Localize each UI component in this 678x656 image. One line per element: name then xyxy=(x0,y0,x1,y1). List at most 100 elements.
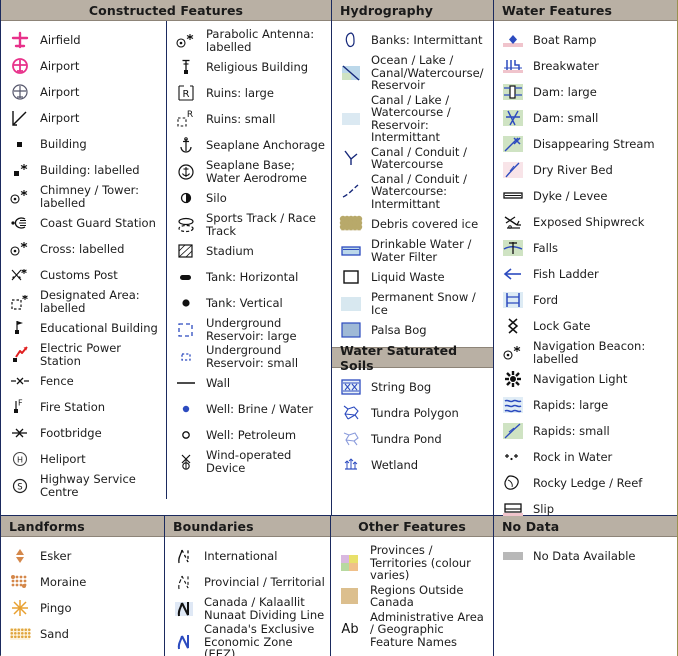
legend-item: Provinces / Territories (colour varies) xyxy=(331,543,493,583)
canal-conduit-watercourse-icon xyxy=(334,147,368,169)
exposed-shipwreck-icon xyxy=(496,211,530,233)
legend-item-label: Dyke / Levee xyxy=(533,188,608,203)
legend-item: Tundra Polygon xyxy=(332,400,493,426)
chimney-tower-labelled-icon xyxy=(3,186,37,208)
legend-item: Parabolic Antenna: labelled xyxy=(167,27,330,54)
legend-item: Wall xyxy=(167,370,330,396)
moraine-icon xyxy=(3,571,37,593)
banks-intermittant-icon xyxy=(334,29,368,51)
legend-item: Drinkable Water / Water Filter xyxy=(332,237,493,264)
section-other-features: Other Features Provinces / Territories (… xyxy=(330,516,493,656)
legend-item: Tundra Pond xyxy=(332,426,493,452)
legend-item-label: Provincial / Territorial xyxy=(204,574,325,589)
legend-item-label: Stadium xyxy=(206,243,254,258)
wetland-icon xyxy=(334,454,368,476)
legend-item: Stadium xyxy=(167,238,330,264)
legend-item: Canal / Conduit / Watercourse xyxy=(332,145,493,172)
legend-item-label: Building: labelled xyxy=(40,162,140,177)
legend-item-label: Navigation Light xyxy=(533,371,628,386)
section-header-water-saturated-soils: Water Saturated Soils xyxy=(332,343,493,373)
boundaries-items: International Provincial / Territorial Can… xyxy=(165,537,330,656)
legend-item: Debris covered ice xyxy=(332,211,493,237)
esker-icon xyxy=(3,545,37,567)
legend-item-label: Ford xyxy=(533,292,559,307)
seaplane-base-icon xyxy=(169,161,203,183)
educational-building-icon xyxy=(3,317,37,339)
fire-station-icon: F xyxy=(3,396,37,418)
legend-item: Disappearing Stream xyxy=(494,131,677,157)
legend-item-label: International xyxy=(204,548,278,563)
legend-bottom-band: Landforms Esker Moraine Pingo Sand Boundari… xyxy=(1,515,677,656)
tank-horizontal-icon xyxy=(169,266,203,288)
building-labelled-icon xyxy=(3,159,37,181)
highway-service-centre-icon: S xyxy=(3,475,37,497)
legend-item-label: Dry River Bed xyxy=(533,162,613,177)
legend-item: Canal / Conduit / Watercourse: Intermitt… xyxy=(332,172,493,212)
cross-labelled-icon xyxy=(3,238,37,260)
section-header-boundaries: Boundaries xyxy=(165,516,330,537)
landforms-items: Esker Moraine Pingo Sand xyxy=(1,537,164,647)
legend-item-label: Airfield xyxy=(40,32,81,47)
legend-item-label: Ruins: large xyxy=(206,85,274,100)
legend-item-label: Moraine xyxy=(40,574,87,589)
airport-circled-plane-icon xyxy=(3,55,37,77)
section-header-hydrography: Hydrography xyxy=(332,0,493,21)
water-saturated-soils-items: String Bog Tundra Polygon Tundra Pond Wetla… xyxy=(332,368,493,478)
canal-conduit-intermittant-icon xyxy=(334,180,368,202)
legend-item: Palsa Bog xyxy=(332,317,493,343)
legend-item: Permanent Snow / Ice xyxy=(332,290,493,317)
legend-item: Fish Ladder xyxy=(494,261,677,287)
legend-item-label: Canada's Exclusive Economic Zone (EEZ) xyxy=(204,622,315,656)
legend-item-label: Provinces / Territories (colour varies) xyxy=(370,543,471,582)
constructed-features-column-a: Airfield Airport Airport Airport Building Bui… xyxy=(1,21,166,499)
svg-text:R: R xyxy=(183,89,190,100)
legend-item: Rapids: small xyxy=(494,418,677,444)
heliport-icon: H xyxy=(3,448,37,470)
legend-item-label: Exposed Shipwreck xyxy=(533,214,645,229)
ab-text-label-icon: Ab xyxy=(341,621,359,637)
legend-item-label: Dam: large xyxy=(533,84,597,99)
seaplane-anchorage-icon xyxy=(169,134,203,156)
rock-in-water-icon xyxy=(496,446,530,468)
legend-item: Tank: Vertical xyxy=(167,290,330,316)
legend-item: Well: Petroleum xyxy=(167,422,330,448)
lock-gate-icon xyxy=(496,315,530,337)
section-water-features: Water Features Boat Ramp Breakwater Dam: l… xyxy=(493,0,677,569)
tank-vertical-icon xyxy=(169,292,203,314)
legend-item-label: Sand xyxy=(40,626,69,641)
legend-item: Moraine xyxy=(1,569,164,595)
legend-item-label: Airport xyxy=(40,110,80,125)
legend-item-label: Rock in Water xyxy=(533,449,613,464)
stadium-icon xyxy=(169,240,203,262)
legend-item: Footbridge xyxy=(1,420,166,446)
canada-kalaallit-dividing-line-icon xyxy=(167,598,201,620)
pingo-icon xyxy=(3,597,37,619)
legend-item: Ab Administrative Area / Geographic Featu… xyxy=(331,610,493,650)
section-header-other-features: Other Features xyxy=(331,516,493,537)
legend-item: Dry River Bed xyxy=(494,157,677,183)
legend-item: Customs Post xyxy=(1,262,166,288)
legend-item-label: Seaplane Anchorage xyxy=(206,137,325,152)
footbridge-icon xyxy=(3,422,37,444)
boat-ramp-icon xyxy=(496,29,530,51)
legend-item-label: Ocean / Lake / Canal/Watercourse/ Reserv… xyxy=(371,53,484,92)
tundra-pond-icon xyxy=(334,428,368,450)
dyke-levee-icon xyxy=(496,185,530,207)
legend-item-label: Underground Reservoir: small xyxy=(206,343,299,370)
legend-item: Ocean / Lake / Canal/Watercourse/ Reserv… xyxy=(332,53,493,93)
legend-item-label: Canada / Kalaallit Nunaat Dividing Line xyxy=(204,595,325,622)
section-header-water-features: Water Features xyxy=(494,0,677,21)
legend-item-label: Wall xyxy=(206,375,231,390)
legend-item: Airport xyxy=(1,53,166,79)
legend-item: H Heliport xyxy=(1,446,166,472)
legend-item: String Bog xyxy=(332,374,493,400)
legend-item: Rock in Water xyxy=(494,444,677,470)
customs-post-icon xyxy=(3,264,37,286)
other-features-items: Provinces / Territories (colour varies) R… xyxy=(331,537,493,649)
no-data-items: No Data Available xyxy=(494,537,677,569)
legend-item: Provincial / Territorial xyxy=(165,569,330,595)
hydrography-items: Banks: Intermittant Ocean / Lake / Canal/… xyxy=(332,21,493,343)
string-bog-icon xyxy=(334,376,368,398)
legend-item-label: Wetland xyxy=(371,457,419,472)
ruins-large-icon: R xyxy=(169,82,203,104)
